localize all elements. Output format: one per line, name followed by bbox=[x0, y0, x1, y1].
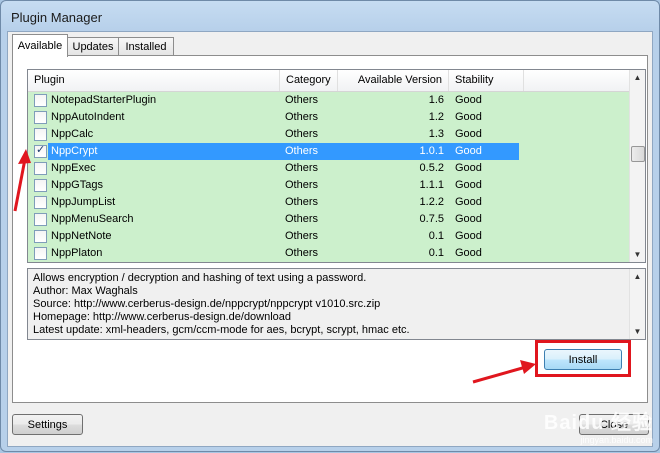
baidu-watermark: Baidu 经验 jingyan.baidu.com bbox=[544, 406, 653, 445]
install-arrow-icon bbox=[472, 365, 527, 384]
watermark-brand: Baidu 经验 bbox=[543, 412, 653, 434]
install-arrowhead-icon bbox=[520, 360, 536, 374]
annotation-arrows bbox=[13, 149, 536, 384]
plugin-manager-window: Plugin Manager Available Updates Install… bbox=[0, 0, 660, 452]
tab-available[interactable]: Available bbox=[12, 34, 68, 57]
checkbox-arrowhead-icon bbox=[18, 149, 31, 164]
checkbox-arrow-icon bbox=[13, 158, 27, 212]
watermark-url: jingyan.baidu.com bbox=[580, 435, 653, 445]
